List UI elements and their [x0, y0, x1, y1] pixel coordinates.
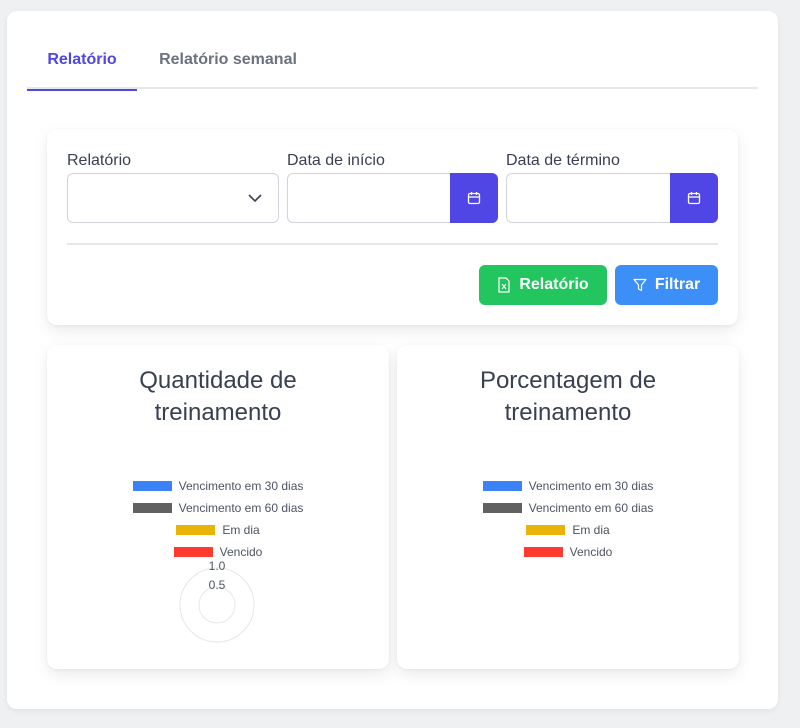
report-export-label: Relatório [519, 276, 589, 293]
tab-bar: Relatório Relatório semanal [27, 40, 758, 91]
report-export-button[interactable]: Relatório [479, 265, 607, 305]
legend-label: Vencimento em 60 dias [528, 501, 654, 515]
chart-card-quantity: Quantidade de treinamento Vencimento em … [47, 345, 389, 669]
legend-swatch [482, 481, 522, 491]
chart-title: Porcentagem de treinamento [479, 367, 657, 426]
end-date-calendar-button[interactable] [670, 173, 718, 223]
polar-tick-label: 0.5 [209, 578, 226, 592]
legend-label: Em dia [572, 523, 610, 537]
filter-panel: Relatório Data de início Data de término [47, 129, 738, 325]
report-select-label: Relatório [67, 152, 132, 169]
filter-icon [633, 278, 647, 292]
start-date-input[interactable] [287, 173, 451, 223]
tab-relatorio[interactable]: Relatório [27, 40, 137, 91]
end-date-input[interactable] [506, 173, 670, 223]
filter-button[interactable]: Filtrar [615, 265, 718, 305]
chart-legend: Vencimento em 30 dias Vencimento em 60 d… [397, 475, 739, 563]
polar-tick-label: 1.0 [209, 559, 226, 573]
legend-item[interactable]: Vencido [397, 541, 739, 563]
legend-swatch [482, 503, 522, 513]
polar-area-chart: 1.0 0.5 [179, 559, 255, 643]
polar-grid-inner [198, 586, 236, 624]
calendar-icon [467, 192, 481, 205]
start-date-label: Data de início [287, 152, 385, 169]
end-date-label: Data de término [506, 152, 620, 169]
legend-label: Vencido [569, 545, 613, 559]
report-select[interactable] [67, 173, 279, 223]
legend-item[interactable]: Em dia [397, 519, 739, 541]
legend-item[interactable]: Vencimento em 60 dias [397, 497, 739, 519]
filter-button-label: Filtrar [654, 276, 701, 293]
start-date-calendar-button[interactable] [450, 173, 498, 223]
tab-relatorio-semanal[interactable]: Relatório semanal [157, 40, 299, 89]
calendar-icon [687, 192, 701, 205]
legend-label: Vencimento em 30 dias [528, 479, 654, 493]
legend-swatch [526, 525, 566, 535]
divider [67, 243, 718, 245]
chevron-down-icon [248, 194, 262, 203]
legend-item[interactable]: Vencimento em 30 dias [397, 475, 739, 497]
excel-file-icon [498, 277, 510, 293]
legend-swatch [523, 547, 563, 557]
chart-card-percentage: Porcentagem de treinamento Vencimento em… [397, 345, 739, 669]
